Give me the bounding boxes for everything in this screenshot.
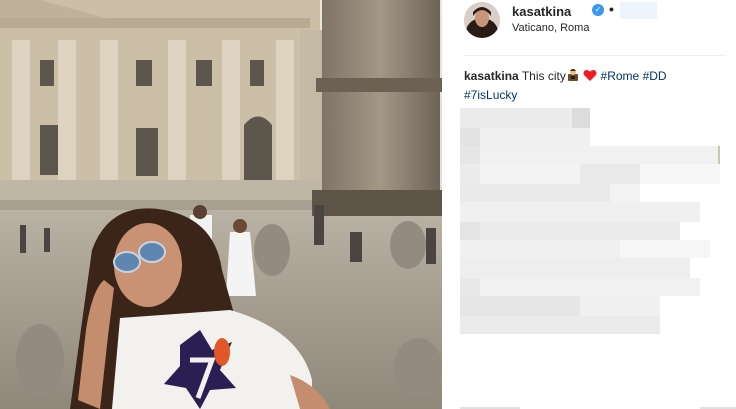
location-link[interactable]: Vaticano, Roma — [512, 22, 589, 34]
post-sidebar: kasatkina ✓ • Vaticano, Roma kasatkina T… — [442, 0, 736, 409]
post-header: kasatkina ✓ • Vaticano, Roma — [464, 0, 726, 56]
caption-username[interactable]: kasatkina — [464, 69, 519, 83]
red-heart-emoji-icon — [583, 69, 597, 87]
hashtag-7islucky[interactable]: #7isLucky — [464, 88, 517, 102]
hashtag-rome[interactable]: #Rome — [601, 69, 640, 83]
header-separator: • — [609, 1, 614, 17]
caption-text: This city — [521, 69, 566, 83]
pixelated-comments — [460, 108, 720, 334]
verified-badge-icon: ✓ — [592, 4, 604, 16]
hashtag-dd[interactable]: #DD — [643, 69, 667, 83]
post-photo[interactable] — [0, 0, 442, 409]
post-caption: kasatkina This city #Rome #DD #7isLucky — [464, 68, 726, 104]
follow-button[interactable] — [620, 2, 657, 19]
header-username[interactable]: kasatkina — [512, 4, 571, 19]
woman-with-camera-emoji-icon — [566, 68, 580, 87]
photo-image — [0, 0, 442, 409]
avatar[interactable] — [464, 2, 500, 38]
